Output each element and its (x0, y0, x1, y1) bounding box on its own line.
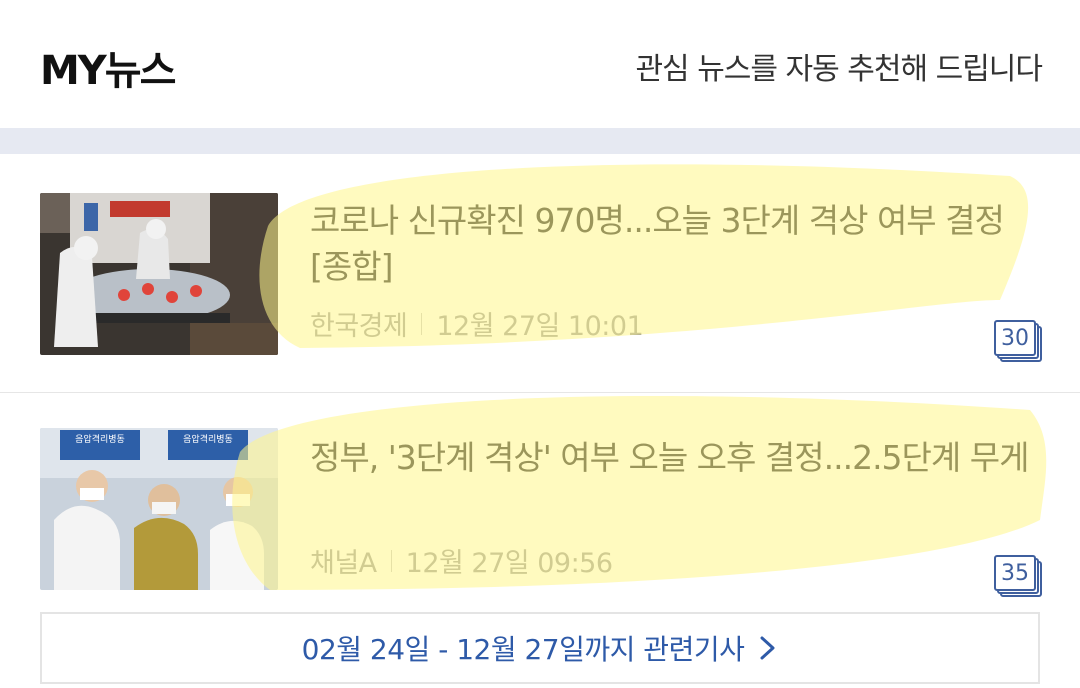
related-articles-label: 02월 24일 - 12월 27일까지 관련기사 (301, 633, 745, 666)
article-date: 12월 27일 10:01 (436, 311, 644, 342)
tagline: 관심 뉴스를 자동 추천해 드립니다 (635, 52, 1043, 87)
news-item[interactable]: 음압격리병동 음압격리병동 정부, '3단계 격상' 여부 오늘 오후 결정..… (0, 392, 1080, 631)
article-date: 12월 27일 09:56 (405, 548, 613, 579)
chevron-right-icon (760, 636, 775, 660)
meta-divider (421, 312, 423, 335)
article-title[interactable]: 정부, '3단계 격상' 여부 오늘 오후 결정...2.5단계 무게 (310, 435, 1030, 481)
section-separator (0, 128, 1080, 154)
article-title[interactable]: 코로나 신규확진 970명...오늘 3단계 격상 여부 결정[종합] (310, 198, 1030, 290)
article-thumbnail[interactable]: 음압격리병동 음압격리병동 (40, 428, 278, 590)
sign-text: 음압격리병동 (75, 433, 125, 445)
related-count: 30 (994, 320, 1036, 356)
article-thumbnail[interactable] (40, 193, 278, 355)
related-articles-button[interactable]: 02월 24일 - 12월 27일까지 관련기사 (40, 612, 1040, 684)
article-meta: 한국경제 12월 27일 10:01 (310, 304, 644, 343)
sign-text: 음압격리병동 (183, 433, 233, 445)
header: MY뉴스 관심 뉴스를 자동 추천해 드립니다 (0, 0, 1080, 128)
meta-divider (390, 549, 392, 572)
brand-title[interactable]: MY뉴스 (40, 38, 176, 96)
related-count: 35 (994, 555, 1036, 591)
ambulance-photo-icon (40, 193, 278, 355)
related-count-badge[interactable]: 35 (994, 555, 1042, 597)
article-meta: 채널A 12월 27일 09:56 (310, 541, 613, 580)
related-count-badge[interactable]: 30 (994, 320, 1042, 362)
article-source: 채널A (310, 548, 377, 579)
news-item[interactable]: 코로나 신규확진 970명...오늘 3단계 격상 여부 결정[종합] 한국경제… (0, 154, 1080, 392)
article-source: 한국경제 (310, 311, 408, 342)
officials-photo-icon: 음압격리병동 음압격리병동 (40, 428, 278, 590)
